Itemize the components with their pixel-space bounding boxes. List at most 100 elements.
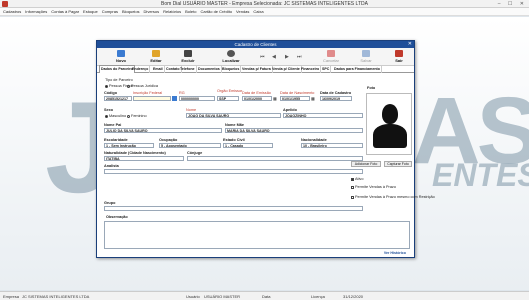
person-silhouette-body (373, 124, 407, 148)
tab-item[interactable]: Bloqueios (221, 66, 242, 73)
new-button[interactable]: Novo (109, 50, 133, 64)
tab-item[interactable]: Financeiro (300, 66, 322, 73)
escolaridade-select[interactable]: 1 - Sem Instrução (104, 143, 154, 148)
cancel-icon (327, 50, 335, 57)
codigo-label: Código (104, 91, 118, 95)
client-dialog: Cadastro de Clientes ✕ Novo Editar Exclu… (96, 40, 435, 258)
find-button[interactable]: Localizar (219, 50, 243, 64)
tab-item[interactable]: Vendas p/ Fatura (241, 66, 273, 73)
radio-dot-icon (105, 84, 108, 88)
menu-item[interactable]: Compras (102, 9, 118, 14)
dialog-titlebar: Cadastro de Clientes ✕ (97, 41, 414, 48)
nome-field[interactable]: JOAO DA SILVA SAURO (186, 113, 281, 118)
orgao-label: Orgão Emissor (217, 89, 243, 93)
escolaridade-label: Escolaridade (104, 138, 128, 142)
naturalidade-label: Naturalidade (Cidade Nascimento) (104, 151, 166, 155)
codigo-field[interactable]: 20851521217 (104, 96, 132, 101)
menu-item[interactable]: Vendas (236, 9, 249, 14)
civil-label: Estado Civil (223, 138, 245, 142)
menu-bar: Cadastros Informações Contas à Pagar Estoqu… (0, 8, 529, 16)
ocupacao-select[interactable]: 5 - Aposentado (159, 143, 221, 148)
apelido-label: Apelido (283, 108, 297, 112)
menu-item[interactable]: Boleto (185, 9, 196, 14)
vendas-restricao-label: Permite Vendas à Prazo mesmo com Restriç… (355, 195, 435, 199)
menu-item[interactable]: Informações (25, 9, 47, 14)
nacionalidade-select[interactable]: 10 - Brasileiro (301, 143, 363, 148)
menu-item[interactable]: Diversos (144, 9, 160, 14)
conjuge-field[interactable] (187, 156, 363, 161)
cancel-button[interactable]: Cancelar (319, 50, 343, 64)
save-button[interactable]: Salvar (354, 50, 378, 64)
window-title: Bom Dial USUÁRIO MASTER - Empresa Seleci… (161, 1, 368, 7)
close-icon[interactable]: ✕ (408, 41, 412, 48)
tab-item[interactable]: Dados para Financiamento (333, 66, 382, 73)
menu-item[interactable]: Cartão de Crédito (200, 9, 232, 14)
first-record-button[interactable]: ⏮ (260, 54, 265, 60)
next-record-button[interactable]: ▶ (285, 54, 289, 60)
grupo-field[interactable] (104, 206, 363, 211)
menu-item[interactable]: Bloqueios (122, 9, 140, 14)
menu-item[interactable]: Estoque (83, 9, 98, 14)
cancel-label: Cancelar (322, 58, 339, 63)
naturalidade-field[interactable]: ITATIBA (104, 156, 184, 161)
apelido-field[interactable]: JOAOZINHO (283, 113, 363, 118)
edit-button[interactable]: Editar (144, 50, 168, 64)
tab-item[interactable]: Telefone (179, 66, 197, 73)
tipo-parceiro-label: Tipo de Parceiro (105, 78, 133, 82)
tab-item[interactable]: Endereço (131, 66, 151, 73)
calendar-icon[interactable]: ▦ (311, 96, 315, 101)
lookup-icon[interactable] (172, 96, 177, 101)
status-empresa-value: JC SISTEMAS INTELIGENTES LTDA (22, 294, 90, 299)
cadastro-field[interactable]: 16/09/2019 (320, 96, 352, 101)
menu-item[interactable]: Relatórios (163, 9, 181, 14)
exit-button[interactable]: Sair (387, 50, 411, 64)
inscricao-field[interactable] (133, 96, 171, 101)
vendas-restricao-checkbox[interactable]: Permite Vendas à Prazo mesmo com Restriç… (351, 195, 435, 199)
delete-button[interactable]: Excluir (176, 50, 200, 64)
foto-label: Foto (367, 86, 376, 90)
status-licenca-label: Licença (311, 294, 325, 299)
bg-tagline: ENTES (432, 157, 529, 193)
menu-item[interactable]: Cadastros (3, 9, 21, 14)
prev-record-button[interactable]: ◀ (272, 54, 276, 60)
menu-item[interactable]: Contas à Pagar (51, 9, 79, 14)
nascimento-label: Data de Nascimento (280, 91, 315, 95)
masculino-radio[interactable]: Masculino (105, 114, 126, 118)
inscricao-label: Inscrição Federal (133, 91, 163, 95)
rg-label: RG (179, 91, 185, 95)
tab-item[interactable]: Email (152, 66, 165, 73)
menu-item[interactable]: Caixa (253, 9, 263, 14)
rg-field[interactable]: 000000000 (179, 96, 215, 101)
grupo-label: Grupo (104, 201, 116, 205)
nascimento-field[interactable]: 01/01/1955 (280, 96, 310, 101)
ativo-checkbox[interactable]: Ativo (351, 177, 363, 181)
capture-photo-button[interactable]: Capturar Foto (384, 161, 412, 167)
mae-field[interactable]: MARIA DA SILVA SAURO (225, 128, 363, 133)
add-photo-button[interactable]: Adicionar Foto (351, 161, 381, 167)
tab-item[interactable]: Dados do Parceiro (99, 65, 135, 73)
client-photo (366, 93, 412, 155)
save-icon (362, 50, 370, 57)
feminino-radio[interactable]: Feminino (127, 114, 147, 118)
last-record-button[interactable]: ⏭ (297, 54, 302, 60)
new-label: Novo (116, 58, 126, 63)
tab-item[interactable]: Documentos (197, 66, 222, 73)
pai-field[interactable]: JULIO DA SILVA SAURO (104, 128, 222, 133)
pessoa-juridica-label: Pessoa Jurídica (131, 84, 159, 88)
emissao-field[interactable]: 01/01/2000 (242, 96, 272, 101)
historico-link[interactable]: Ver Histórico (384, 251, 406, 255)
pessoa-juridica-radio[interactable]: Pessoa Jurídica (127, 84, 158, 88)
tab-item[interactable]: Venda p/ Cliente (271, 66, 302, 73)
cadastro-label: Data de Cadastro (320, 91, 352, 95)
calendar-icon[interactable]: ▦ (273, 96, 277, 101)
obs-textarea[interactable] (104, 221, 410, 249)
status-licenca-value: 31/12/2020 (343, 294, 364, 299)
civil-select[interactable]: 1 - Casado (223, 143, 273, 148)
orgao-field[interactable]: SSP (217, 96, 239, 101)
window-controls[interactable]: – ☐ ✕ (498, 0, 527, 8)
analista-field[interactable] (104, 169, 363, 174)
tab-item[interactable]: SPC (321, 66, 332, 73)
exit-icon (395, 50, 403, 57)
vendas-prazo-checkbox[interactable]: Permite Vendas à Prazo (351, 185, 396, 189)
search-icon (227, 50, 235, 57)
